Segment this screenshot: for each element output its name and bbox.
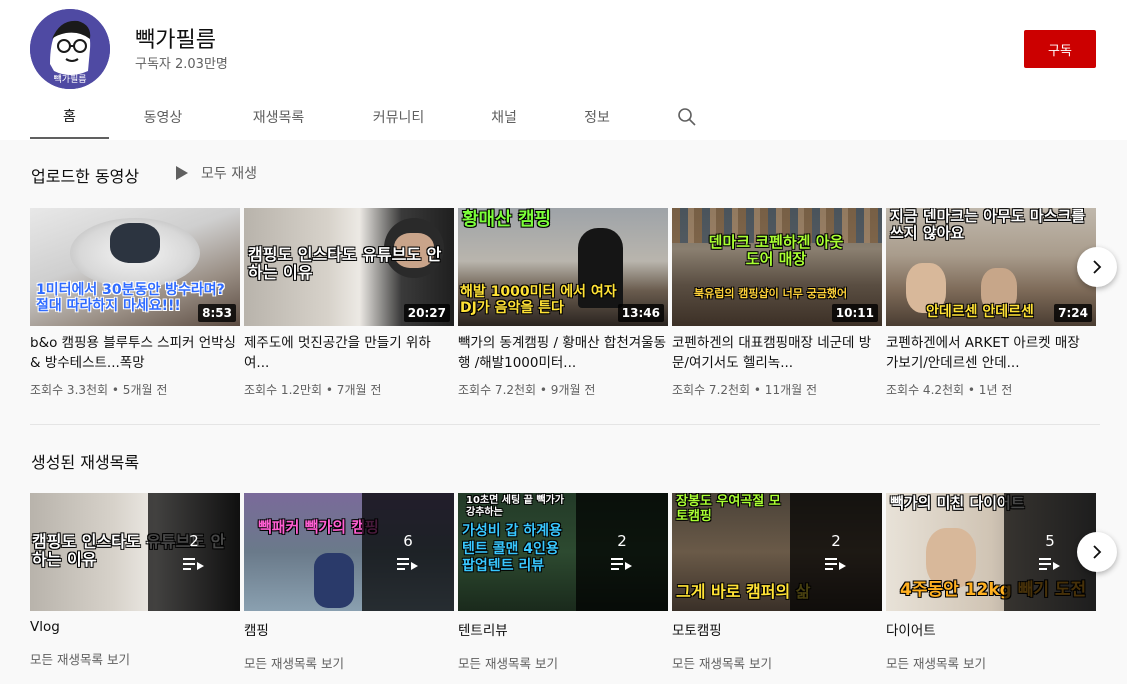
playlist-video-count: 6 (403, 532, 413, 550)
chevron-right-icon (1093, 260, 1102, 274)
svg-text:빽가필름: 빽가필름 (53, 73, 86, 85)
playlist-card: 장봉도 우여곡절 모토캠핑 그게 바로 캠퍼의 삶 2 모토캠핑 모든 재생목록… (672, 493, 882, 672)
playlist-card: 10초면 세팅 끝 빽가가 강추하는 가성비 갑 하계용 텐트 콜맨 4인용 팝… (458, 493, 668, 672)
search-icon (678, 108, 696, 126)
playlist-title[interactable]: 캠핑 (244, 619, 454, 639)
playlist-count-overlay: 2 (576, 493, 668, 611)
video-duration: 13:46 (617, 304, 664, 322)
video-card: 캠핑도 인스타도 유튜브도 안하는 이유 20:27 제주도에 멋진공간을 만들… (244, 208, 454, 398)
playlist-count-overlay: 2 (790, 493, 882, 611)
view-full-playlist-link[interactable]: 모든 재생목록 보기 (30, 649, 240, 668)
thumbnail-caption: 가성비 갑 하계용 텐트 콜맨 4인용 팝업텐트 리뷰 (462, 523, 562, 574)
playlist-thumbnail[interactable]: 빽패커 빽가의 캠핑 6 (244, 493, 454, 611)
video-thumbnail[interactable]: 황매산 캠핑 해발 1000미터 에서 여자DJ가 음악을 튼다 13:46 (458, 208, 668, 326)
video-thumbnail[interactable]: 덴마크 코펜하겐 아웃도어 매장 북유럽의 캠핑샵이 너무 궁금했어 10:11 (672, 208, 882, 326)
uploads-section-title: 업로드한 동영상 (31, 167, 140, 186)
section-divider (30, 424, 1100, 425)
playlist-thumbnail[interactable]: 캠핑도 인스타도 유튜브도 안하는 이유 2 (30, 493, 240, 611)
video-meta: 조회수 7.2천회 • 9개월 전 (458, 383, 596, 397)
playlist-title[interactable]: 모토캠핑 (672, 619, 882, 639)
tab-community[interactable]: 커뮤니티 (340, 95, 457, 139)
video-title[interactable]: 코펜하겐의 대표캠핑매장 네군데 방문/여기서도 헬리녹... (672, 333, 882, 373)
play-icon (176, 166, 188, 180)
playlist-icon (825, 558, 846, 570)
playlist-icon (183, 558, 204, 570)
video-card: 황매산 캠핑 해발 1000미터 에서 여자DJ가 음악을 튼다 13:46 빽… (458, 208, 668, 398)
playlist-card: 캠핑도 인스타도 유튜브도 안하는 이유 2 Vlog 모든 재생목록 보기 (30, 493, 240, 668)
view-full-playlist-link[interactable]: 모든 재생목록 보기 (244, 653, 454, 672)
playlist-video-count: 2 (189, 532, 199, 550)
video-title[interactable]: b&o 캠핑용 블루투스 스피커 언박싱 & 방수테스트...폭망 (30, 333, 240, 373)
video-meta: 조회수 7.2천회 • 11개월 전 (672, 383, 818, 397)
thumbnail-caption: 해발 1000미터 에서 여자DJ가 음악을 튼다 (460, 284, 617, 317)
uploads-next-button[interactable] (1077, 247, 1117, 287)
video-title[interactable]: 빽가의 동계캠핑 / 황매산 합천겨울동행 /해발1000미터... (458, 333, 668, 373)
thumbnail-caption-top: 10초면 세팅 끝 빽가가 강추하는 (466, 495, 564, 518)
chevron-right-icon (1093, 545, 1102, 559)
thumbnail-caption-top: 덴마크 코펜하겐 아웃도어 매장 (708, 233, 844, 269)
playlist-count-overlay: 6 (362, 493, 454, 611)
video-meta: 조회수 1.2만회 • 7개월 전 (244, 383, 382, 397)
playlist-icon (1039, 558, 1060, 570)
video-duration: 20:27 (403, 304, 450, 322)
video-duration: 7:24 (1054, 304, 1092, 322)
playlist-title[interactable]: 텐트리뷰 (458, 619, 668, 639)
play-all-label: 모두 재생 (201, 166, 257, 182)
playlist-thumbnail[interactable]: 10초면 세팅 끝 빽가가 강추하는 가성비 갑 하계용 텐트 콜맨 4인용 팝… (458, 493, 668, 611)
video-duration: 10:11 (831, 304, 878, 322)
thumbnail-caption-top: 지금 덴마크는 아무도 마스크를 쓰지 않아요 (890, 208, 1086, 243)
play-all-button[interactable]: 모두 재생 (175, 163, 257, 183)
view-full-playlist-link[interactable]: 모든 재생목록 보기 (672, 653, 882, 672)
channel-header: 빽가필름 빽가필름 구독자 2.03만명 구독 홈 동영상 재생목록 커뮤니티 … (0, 0, 1127, 140)
video-thumbnail[interactable]: 1미터에서 30분동안 방수라며? 절대 따라하지 마세요!!! 8:53 (30, 208, 240, 326)
channel-tabs: 홈 동영상 재생목록 커뮤니티 채널 정보 (30, 95, 731, 139)
tab-videos[interactable]: 동영상 (109, 95, 217, 139)
video-card: 덴마크 코펜하겐 아웃도어 매장 북유럽의 캠핑샵이 너무 궁금했어 10:11… (672, 208, 882, 398)
playlist-count-overlay: 2 (148, 493, 240, 611)
thumbnail-caption-top: 장봉도 우여곡절 모토캠핑 (676, 494, 781, 524)
video-duration: 8:53 (198, 304, 236, 322)
thumbnail-caption-top: 황매산 캠핑 (462, 209, 552, 230)
tab-about[interactable]: 정보 (551, 95, 643, 139)
video-title[interactable]: 코펜하겐에서 ARKET 아르켓 매장 가보기/안데르센 안데... (886, 333, 1096, 373)
thumbnail-caption: 캠핑도 인스타도 유튜브도 안하는 이유 (248, 245, 442, 283)
playlist-card: 빽가의 미친 다이어트 4주동안 12kg 빼기 도전 5 다이어트 모든 재생… (886, 493, 1096, 672)
channel-name: 빽가필름 (135, 28, 216, 53)
tab-channels[interactable]: 채널 (457, 95, 551, 139)
playlist-title[interactable]: 다이어트 (886, 619, 1096, 639)
playlist-icon (397, 558, 418, 570)
thumbnail-caption: 안데르센 안데르센 (926, 304, 1034, 320)
view-full-playlist-link[interactable]: 모든 재생목록 보기 (458, 653, 668, 672)
video-meta: 조회수 3.3천회 • 5개월 전 (30, 383, 168, 397)
playlist-video-count: 2 (617, 532, 627, 550)
view-full-playlist-link[interactable]: 모든 재생목록 보기 (886, 653, 1096, 672)
video-title[interactable]: 제주도에 멋진공간을 만들기 위하여... (244, 333, 454, 373)
playlist-thumbnail[interactable]: 빽가의 미친 다이어트 4주동안 12kg 빼기 도전 5 (886, 493, 1096, 611)
playlist-card: 빽패커 빽가의 캠핑 6 캠핑 모든 재생목록 보기 (244, 493, 454, 672)
playlist-video-count: 5 (1045, 532, 1055, 550)
subscribe-button[interactable]: 구독 (1024, 30, 1096, 68)
tab-playlists[interactable]: 재생목록 (217, 95, 340, 139)
playlist-video-count: 2 (831, 532, 841, 550)
playlist-thumbnail[interactable]: 장봉도 우여곡절 모토캠핑 그게 바로 캠퍼의 삶 2 (672, 493, 882, 611)
tab-search[interactable] (643, 95, 731, 139)
avatar-illustration: 빽가필름 (30, 9, 110, 89)
video-thumbnail[interactable]: 지금 덴마크는 아무도 마스크를 쓰지 않아요 안데르센 안데르센 7:24 (886, 208, 1096, 326)
video-thumbnail[interactable]: 캠핑도 인스타도 유튜브도 안하는 이유 20:27 (244, 208, 454, 326)
playlist-title[interactable]: Vlog (30, 619, 240, 635)
channel-avatar[interactable]: 빽가필름 (30, 9, 110, 89)
video-meta: 조회수 4.2천회 • 1년 전 (886, 383, 1013, 397)
thumbnail-caption: 빽패커 빽가의 캠핑 (258, 518, 379, 536)
playlist-icon (611, 558, 632, 570)
video-card: 1미터에서 30분동안 방수라며? 절대 따라하지 마세요!!! 8:53 b&… (30, 208, 240, 398)
tab-home[interactable]: 홈 (30, 95, 109, 139)
video-card: 지금 덴마크는 아무도 마스크를 쓰지 않아요 안데르센 안데르센 7:24 코… (886, 208, 1096, 398)
playlists-section-title: 생성된 재생목록 (31, 453, 140, 472)
subscriber-count: 구독자 2.03만명 (135, 57, 228, 72)
thumbnail-caption: 북유럽의 캠핑샵이 너무 궁금했어 (694, 287, 848, 300)
playlists-next-button[interactable] (1077, 532, 1117, 572)
